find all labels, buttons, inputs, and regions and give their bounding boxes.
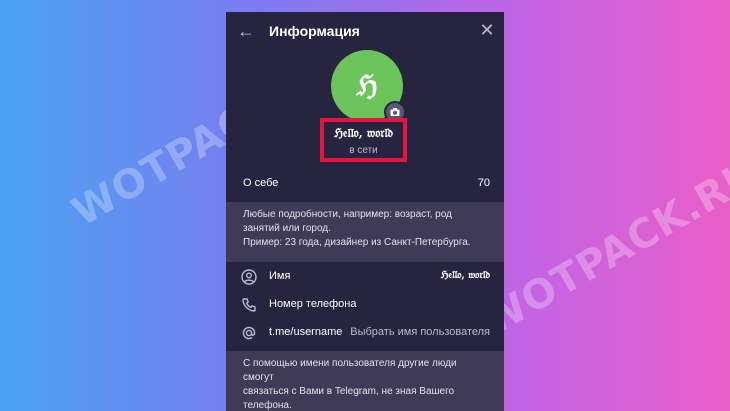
phone-label: Номер телефона — [269, 298, 357, 310]
close-icon[interactable]: ✕ — [477, 20, 497, 40]
page-title: Информация — [269, 23, 360, 39]
choose-username-link[interactable]: Выбрать имя пользователя — [350, 326, 490, 338]
bio-hint-line: Любые подробности, например: возраст, ро… — [243, 209, 452, 220]
profile-name: ℌ𝔢𝔩𝔩𝔬, 𝔴𝔬𝔯𝔩𝔡 — [333, 126, 394, 140]
phone-row[interactable]: Номер телефона — [226, 292, 504, 320]
user-icon — [241, 269, 257, 285]
profile-info-panel: ← Информация ✕ ℌ ℌ𝔢𝔩𝔩𝔬, 𝔴𝔬𝔯𝔩𝔡 в сети О с… — [226, 12, 504, 411]
username-row[interactable]: t.me/username Выбрать имя пользователя — [226, 320, 504, 348]
name-value: ℌ𝔢𝔩𝔩𝔬, 𝔴𝔬𝔯𝔩𝔡 — [440, 270, 490, 281]
bio-hint-line: Пример: 23 года, дизайнер из Санкт-Петер… — [243, 237, 471, 248]
bio-hint: Любые подробности, например: возраст, ро… — [226, 202, 504, 262]
username-label: t.me/username — [269, 326, 343, 338]
watermark: WOTPACK.RU — [474, 150, 730, 346]
name-row[interactable]: Имя ℌ𝔢𝔩𝔩𝔬, 𝔴𝔬𝔯𝔩𝔡 — [226, 264, 504, 292]
bio-label: О себе — [243, 177, 279, 189]
username-hint: С помощью имени пользователя другие люди… — [226, 351, 504, 411]
username-hint-line: С помощью имени пользователя другие люди… — [243, 358, 457, 383]
online-status: в сети — [349, 145, 378, 156]
bio-char-counter: 70 — [477, 177, 490, 189]
bio-hint-line: занятий или город. — [243, 223, 331, 234]
panel-header: ← Информация ✕ — [226, 12, 504, 52]
back-arrow-icon[interactable]: ← — [236, 21, 256, 41]
at-icon — [241, 325, 257, 341]
name-label: Имя — [269, 270, 291, 282]
username-hint-line: связаться с Вами в Telegram, не зная Ваш… — [243, 386, 455, 397]
bio-field[interactable]: О себе 70 — [226, 172, 504, 200]
phone-icon — [241, 297, 257, 313]
username-hint-line: телефона. — [243, 400, 292, 411]
